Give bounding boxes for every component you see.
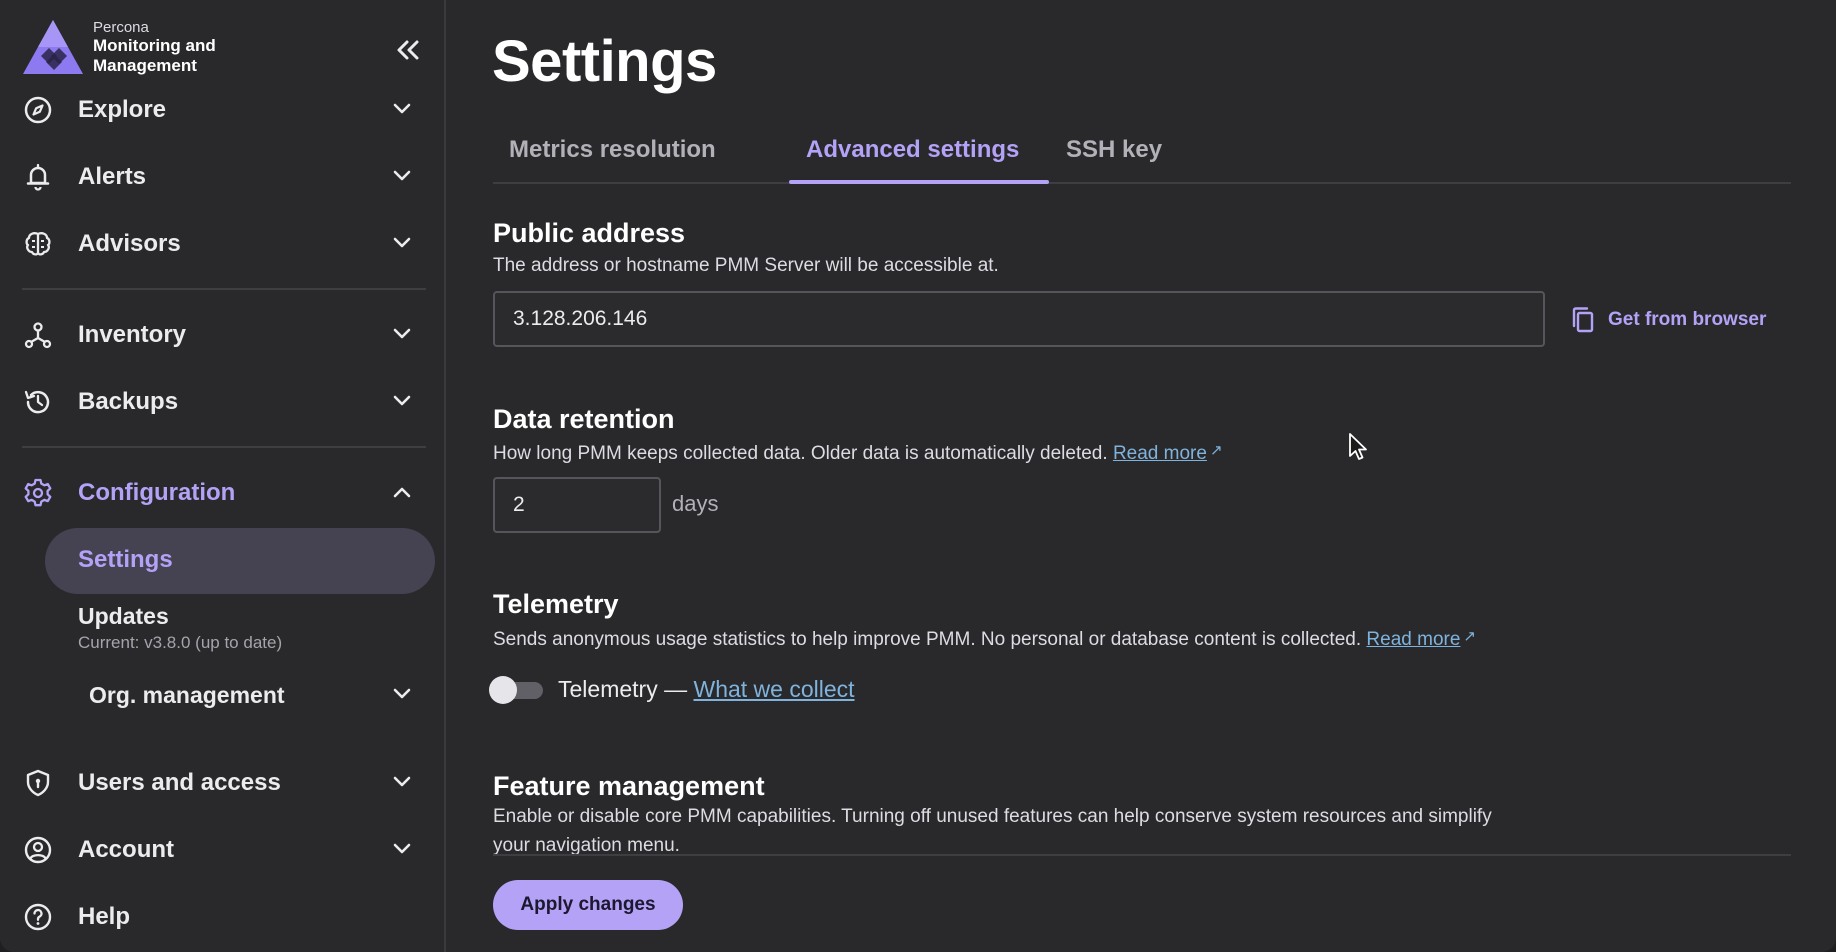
data-retention-days-input[interactable]	[493, 477, 661, 533]
chevron-down-icon	[390, 322, 414, 346]
sidebar-item-label: Alerts	[78, 163, 147, 190]
sidebar-item-label: Account	[78, 836, 174, 863]
brand[interactable]: Percona Monitoring and Management	[21, 16, 421, 76]
sidebar-item-label: Backups	[78, 388, 179, 415]
collapse-sidebar-button[interactable]	[390, 34, 426, 66]
sidebar-item-label: Inventory	[78, 321, 187, 348]
mouse-cursor-icon	[1349, 433, 1367, 460]
sidebar-item-advisors[interactable]: Advisors	[22, 219, 426, 269]
external-link-icon: ↗	[1463, 628, 1476, 645]
compass-icon	[22, 94, 54, 126]
tab-label: Advanced settings	[806, 136, 1020, 163]
chevron-down-icon	[390, 682, 414, 706]
feature-management-description-clip: Enable or disable core PMM capabilities.…	[448, 802, 1836, 854]
footer-divider	[493, 854, 1791, 856]
app-window: Percona Monitoring and Management Explor…	[0, 0, 1836, 952]
page-title: Settings	[492, 29, 717, 94]
settings-tabs: Metrics resolution Advanced settings SSH…	[493, 128, 1791, 184]
nodes-icon	[22, 319, 54, 351]
sidebar-item-alerts[interactable]: Alerts	[22, 152, 426, 202]
tab-label: SSH key	[1066, 136, 1163, 163]
user-circle-icon	[22, 834, 54, 866]
sidebar-divider	[22, 446, 426, 448]
sidebar-subitem-org-management[interactable]: Org. management	[89, 670, 426, 720]
active-tab-indicator	[789, 180, 1049, 184]
chevron-down-icon	[390, 231, 414, 255]
chevron-down-icon	[390, 164, 414, 188]
tab-advanced-settings[interactable]: Advanced settings	[789, 136, 1049, 184]
sidebar: Percona Monitoring and Management Explor…	[0, 0, 446, 952]
sidebar-item-label: Configuration	[78, 479, 236, 506]
get-from-browser-button[interactable]: Get from browser	[1570, 300, 1766, 340]
tab-ssh-key[interactable]: SSH key	[1066, 136, 1162, 182]
brand-product: Monitoring and Management	[93, 36, 216, 75]
apply-changes-button[interactable]: Apply changes	[493, 880, 683, 930]
sidebar-item-explore[interactable]: Explore	[22, 85, 426, 135]
telemetry-read-more-link[interactable]: Read more	[1366, 629, 1460, 650]
copy-icon	[1572, 307, 1594, 333]
telemetry-text: Sends anonymous usage statistics to help…	[493, 629, 1362, 650]
public-address-heading: Public address	[493, 218, 686, 248]
sidebar-item-configuration[interactable]: Configuration	[22, 468, 426, 518]
telemetry-toggle[interactable]	[489, 676, 543, 704]
gear-icon	[22, 477, 54, 509]
toggle-knob	[489, 676, 517, 704]
external-link-icon: ↗	[1209, 442, 1223, 459]
sidebar-item-inventory[interactable]: Inventory	[22, 310, 426, 360]
get-from-browser-label: Get from browser	[1608, 309, 1767, 330]
brain-icon	[22, 228, 54, 260]
chevron-down-icon	[390, 837, 414, 861]
sidebar-item-label: Help	[78, 903, 131, 930]
shield-icon	[22, 767, 54, 799]
telemetry-toggle-label: Telemetry — What we collect	[558, 676, 855, 703]
history-icon	[22, 386, 54, 418]
sidebar-item-account[interactable]: Account	[22, 825, 426, 875]
sidebar-subitem-label: Org. management	[89, 681, 285, 708]
feature-management-heading: Feature management	[493, 771, 765, 801]
data-retention-text: How long PMM keeps collected data. Older…	[493, 443, 1108, 464]
data-retention-heading: Data retention	[493, 404, 675, 434]
chevron-down-icon	[390, 389, 414, 413]
brand-company: Percona	[93, 19, 149, 36]
sidebar-subitem-label: Updates	[78, 603, 169, 629]
telemetry-toggle-text: Telemetry —	[558, 676, 688, 702]
sidebar-item-label: Users and access	[78, 769, 281, 796]
telemetry-description: Sends anonymous usage statistics to help…	[493, 622, 1476, 654]
sidebar-subitem-settings[interactable]: Settings	[45, 528, 435, 594]
sidebar-item-backups[interactable]: Backups	[22, 377, 426, 427]
chevron-up-icon	[390, 480, 414, 504]
what-we-collect-link[interactable]: What we collect	[693, 676, 854, 702]
sidebar-divider	[22, 288, 426, 290]
sidebar-subitem-label: Settings	[78, 546, 173, 573]
data-retention-unit: days	[672, 491, 719, 516]
sidebar-subitem-updates[interactable]: Updates Current: v3.8.0 (up to date)	[78, 603, 282, 653]
main-content: Settings Metrics resolution Advanced set…	[448, 0, 1836, 952]
percona-logo-icon	[23, 20, 83, 74]
public-address-description: The address or hostname PMM Server will …	[493, 255, 999, 276]
version-status: Current: v3.8.0 (up to date)	[78, 633, 283, 652]
question-circle-icon	[22, 901, 54, 933]
tab-metrics-resolution[interactable]: Metrics resolution	[509, 136, 716, 182]
sidebar-item-label: Explore	[78, 96, 167, 123]
data-retention-read-more-link[interactable]: Read more	[1113, 443, 1207, 464]
bell-icon	[22, 161, 54, 193]
telemetry-heading: Telemetry	[493, 589, 619, 619]
chevron-down-icon	[390, 770, 414, 794]
sidebar-item-label: Advisors	[78, 230, 181, 257]
chevron-down-icon	[390, 97, 414, 121]
feature-management-description: Enable or disable core PMM capabilities.…	[493, 806, 1492, 854]
sidebar-item-help[interactable]: Help	[22, 892, 426, 942]
data-retention-description: How long PMM keeps collected data. Older…	[493, 436, 1223, 468]
double-chevron-left-icon	[397, 40, 419, 60]
public-address-input[interactable]	[493, 291, 1545, 347]
sidebar-item-users-and-access[interactable]: Users and access	[22, 758, 426, 808]
tab-label: Metrics resolution	[509, 136, 716, 163]
